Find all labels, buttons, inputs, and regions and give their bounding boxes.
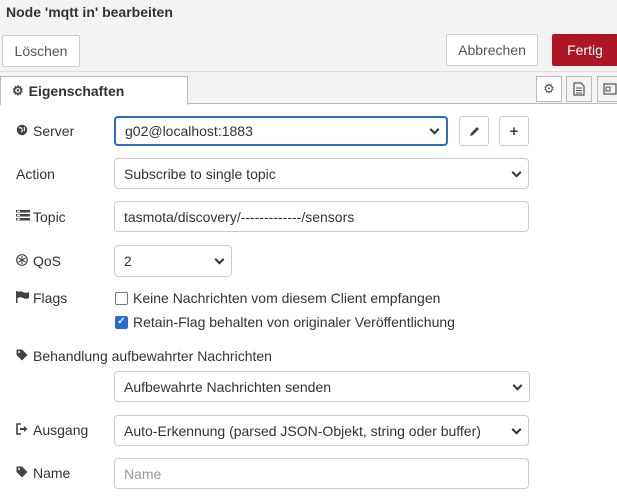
name-label: Name [16, 463, 70, 483]
globe-icon [16, 124, 28, 139]
output-select[interactable]: Auto-Erkennung (parsed JSON-Objekt, stri… [114, 415, 529, 446]
gear-icon: ⚙ [543, 81, 555, 96]
output-label: Ausgang [16, 420, 88, 440]
retain-checkbox[interactable]: ✓ [115, 315, 128, 329]
delete-button[interactable]: Löschen [2, 35, 80, 67]
dialog-title: Node 'mqtt in' bearbeiten [0, 0, 617, 28]
qos-label: QoS [16, 251, 61, 271]
action-select[interactable]: Subscribe to single topic [114, 158, 529, 189]
gear-icon: ⚙ [12, 83, 24, 98]
pencil-icon [469, 126, 479, 136]
topic-input[interactable]: tasmota/discovery/-------------/sensors [114, 201, 529, 232]
flags-label: Flags [16, 288, 67, 308]
sign-out-icon [16, 422, 28, 438]
document-icon [573, 82, 585, 96]
tag-icon [16, 466, 28, 481]
tab-settings[interactable]: ⚙ [536, 76, 562, 102]
retained-handling-select[interactable]: Aufbewahrte Nachrichten senden [114, 371, 530, 402]
name-input[interactable]: Name [114, 458, 529, 489]
plus-icon: + [509, 122, 519, 140]
chevron-down-icon [511, 424, 522, 435]
tab-properties-label: Eigenschaften [28, 83, 125, 99]
retained-handling-label: Behandlung aufbewahrter Nachrichten [16, 346, 272, 366]
layout-icon [603, 83, 617, 95]
qos-select[interactable]: 2 [114, 245, 232, 277]
tab-strip: ⚙ Eigenschaften ⚙ [0, 72, 617, 105]
edit-server-button[interactable] [459, 116, 489, 146]
tab-description[interactable] [566, 76, 592, 102]
chevron-down-icon [429, 124, 440, 135]
flag-retain-as-published[interactable]: ✓ Retain-Flag behalten von originaler Ve… [115, 314, 455, 330]
chevron-down-icon [512, 380, 523, 391]
flag-icon [16, 290, 29, 306]
action-bar: Löschen Abbrechen Fertig [0, 28, 617, 72]
server-label: Server [16, 121, 74, 141]
tab-appearance[interactable] [597, 76, 617, 102]
cancel-button[interactable]: Abbrechen [446, 34, 538, 66]
flag-no-local[interactable]: Keine Nachrichten vom diesem Client empf… [115, 290, 440, 306]
snowflake-icon [16, 253, 28, 269]
server-select[interactable]: g02@localhost:1883 [114, 116, 448, 146]
done-button[interactable]: Fertig [552, 34, 617, 66]
no-local-checkbox[interactable] [115, 291, 128, 305]
add-server-button[interactable]: + [499, 116, 529, 146]
tasks-icon [16, 210, 30, 224]
action-label: Action [16, 166, 55, 182]
topic-label: Topic [16, 207, 66, 227]
chevron-down-icon [511, 167, 522, 178]
tab-properties[interactable]: ⚙ Eigenschaften [0, 76, 188, 105]
tag-icon [16, 349, 28, 364]
chevron-down-icon [214, 254, 225, 265]
